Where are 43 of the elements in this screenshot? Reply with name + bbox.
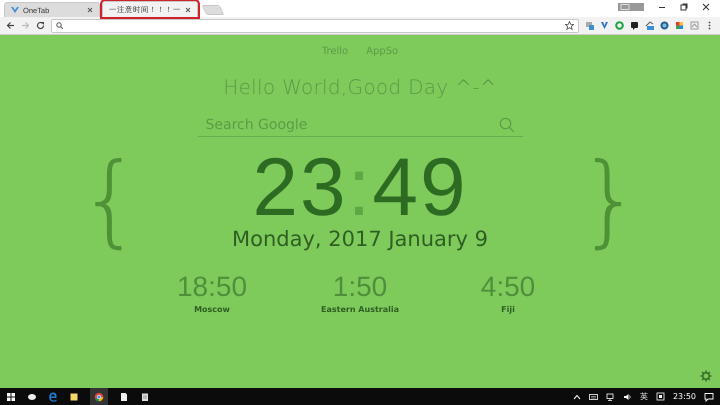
star-icon[interactable]	[565, 21, 574, 30]
sticky-note-icon[interactable]	[69, 392, 79, 402]
settings-icon[interactable]	[700, 370, 712, 382]
network-icon[interactable]	[606, 392, 615, 400]
close-icon[interactable]	[702, 3, 710, 11]
close-icon[interactable]	[87, 7, 93, 13]
clock-hours: 23	[252, 149, 348, 227]
brace: {	[78, 150, 142, 250]
city-name: Moscow	[194, 304, 230, 314]
clock-separator: :	[348, 149, 372, 227]
brace: }	[578, 150, 642, 250]
picture-frame-icon[interactable]	[690, 21, 699, 30]
restore-icon[interactable]	[680, 3, 688, 11]
back-icon[interactable]	[6, 21, 15, 30]
world-clock-time: 4:50	[480, 270, 536, 303]
date: Monday, 2017 January 9	[232, 226, 488, 251]
ime-mode-icon[interactable]	[656, 392, 665, 401]
chat-icon[interactable]	[630, 21, 639, 30]
taskbar-clock[interactable]: 23:50	[672, 392, 696, 401]
city-name: Eastern Australia	[321, 304, 399, 314]
world-clock-time: 18:50	[176, 270, 248, 303]
chrome-icon[interactable]	[94, 392, 104, 402]
notification-icon[interactable]	[704, 392, 714, 402]
search-icon	[56, 22, 63, 29]
search-icon	[498, 116, 514, 132]
document-icon[interactable]	[119, 392, 129, 402]
v-logo-icon	[11, 6, 19, 14]
clock-minutes: 49	[372, 149, 468, 227]
colorful-square-icon[interactable]	[675, 21, 684, 30]
close-icon[interactable]	[185, 6, 191, 12]
city-name: Fiji	[501, 304, 515, 314]
v-logo-icon[interactable]	[600, 21, 609, 30]
chevron-up-icon[interactable]	[572, 392, 581, 400]
world-clock-time: 1:50	[332, 270, 388, 303]
start-icon[interactable]	[6, 392, 16, 402]
edge-icon[interactable]	[48, 392, 58, 402]
keyboard-icon	[618, 3, 644, 11]
keyboard-icon[interactable]	[588, 392, 598, 400]
notepad-icon[interactable]	[140, 392, 150, 402]
speaker-icon[interactable]	[622, 392, 632, 400]
input-method[interactable]: 英	[640, 391, 648, 402]
ring-icon[interactable]	[615, 21, 624, 30]
reload-icon[interactable]	[36, 21, 45, 30]
